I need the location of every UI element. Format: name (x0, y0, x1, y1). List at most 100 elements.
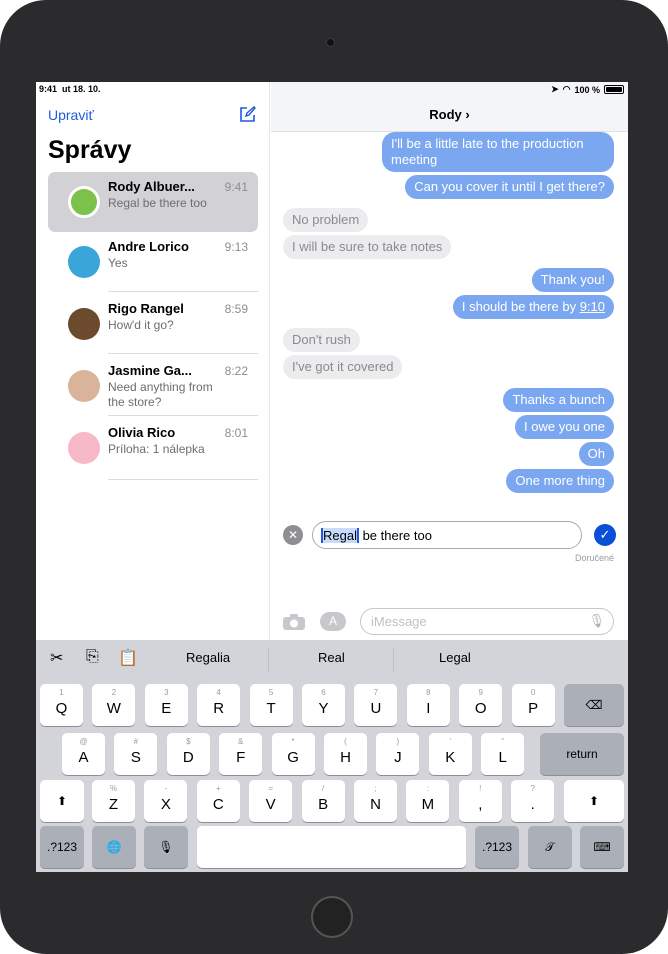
message-row: I've got it covered (283, 355, 614, 379)
key-secondary: * (291, 737, 295, 746)
key[interactable]: / B (301, 780, 345, 822)
key[interactable]: = V (249, 780, 293, 822)
edit-button[interactable]: Upraviť (48, 107, 94, 123)
key[interactable]: 2W (92, 684, 136, 726)
sent-message: I owe you one (515, 415, 614, 439)
key-secondary: 6 (321, 688, 326, 697)
key-secondary: 3 (164, 688, 169, 697)
key-label: O (474, 700, 487, 717)
time-link[interactable]: 9:10 (580, 299, 605, 314)
suggestion[interactable]: Regalia (186, 650, 230, 665)
key[interactable]: 3E (144, 684, 188, 726)
shift-key[interactable]: ⬆ (40, 780, 84, 822)
compose-icon[interactable] (239, 106, 256, 123)
key[interactable]: # S (114, 733, 158, 775)
confirm-edit-button[interactable]: ✓ (594, 524, 616, 546)
suggestion[interactable]: Legal (439, 650, 471, 665)
key-label: I (426, 700, 431, 717)
message-row: Don't rush (283, 328, 614, 352)
conversation-name: Rigo Rangel (108, 301, 184, 316)
key[interactable]: ) J (376, 733, 420, 775)
key-label: , (478, 796, 483, 813)
divider (108, 353, 258, 354)
camera-icon[interactable] (283, 614, 305, 630)
conversation-name: Jasmine Ga... (108, 363, 192, 378)
key[interactable]: & F (219, 733, 263, 775)
key[interactable]: + C (196, 780, 240, 822)
message-text: I should be there by (461, 299, 580, 314)
contact-name-button[interactable]: Rody › (271, 107, 628, 122)
key[interactable]: 6Y (302, 684, 345, 726)
conversation-time: 8:01 (224, 426, 248, 440)
conversation-item[interactable]: Andre Lorico 9:13 Yes (48, 232, 258, 292)
conversation-item[interactable]: Rody Albuer... 9:41 Regal be there too (48, 172, 258, 232)
key-label: .?123 (46, 840, 78, 854)
cancel-edit-button[interactable]: ✕ (283, 525, 303, 545)
imessage-input[interactable]: iMessage 🎙 (360, 608, 614, 635)
key-label: F (236, 749, 246, 766)
conversation-preview: Regal be there too (108, 196, 207, 210)
conversation-time: 8:59 (224, 302, 248, 316)
avatar (68, 246, 100, 278)
key[interactable]: 8I (406, 684, 450, 726)
conversation-preview: Need anything from the store? (108, 380, 213, 409)
conversation-item[interactable]: Olivia Rico 8:01 Príloha: 1 nálepka (48, 418, 258, 480)
hide-keyboard-key[interactable]: ⌨ (580, 826, 624, 868)
numbers-key[interactable]: .?123 (40, 826, 84, 868)
message-text: I owe you one (524, 419, 605, 434)
selected-text[interactable]: Regal (321, 528, 359, 543)
home-button[interactable] (311, 896, 353, 938)
key[interactable]: $ D (166, 733, 210, 775)
key[interactable]: ' K (428, 733, 472, 775)
key[interactable]: % Z (92, 780, 135, 822)
return-key[interactable]: return (540, 733, 624, 775)
conversation-name: Andre Lorico (108, 239, 189, 254)
key[interactable]: 9O (459, 684, 503, 726)
key[interactable]: * G (271, 733, 315, 775)
numbers-key[interactable]: .?123 (475, 826, 519, 868)
dictation-key[interactable]: 🎙 (144, 826, 188, 868)
edit-message-field[interactable]: Regal be there too (312, 521, 582, 549)
shift-key[interactable]: ⬆ (564, 780, 624, 822)
key[interactable]: " L (481, 733, 525, 775)
imessage-placeholder: iMessage (371, 614, 427, 629)
suggestion[interactable]: Real (318, 650, 345, 665)
paste-icon[interactable]: 📋 (118, 648, 138, 668)
microphone-icon[interactable]: 🎙 (588, 613, 605, 629)
key-label: M (421, 796, 435, 813)
key[interactable]: @ A (62, 733, 105, 775)
key[interactable]: :M (406, 780, 450, 822)
key-secondary: / (321, 784, 325, 793)
key[interactable]: 4R (197, 684, 241, 726)
key[interactable]: !, (458, 780, 502, 822)
key[interactable]: 0P (511, 684, 555, 726)
keyboard: ✂ ⎘ 📋 Regalia Real Legal 1Q2W3E4R5T6Y7U8… (36, 640, 628, 872)
conversation-item[interactable]: Jasmine Ga... 8:22 Need anything from the … (48, 356, 258, 416)
key-secondary: 4 (216, 688, 221, 697)
key[interactable]: 7U (354, 684, 398, 726)
copy-icon[interactable]: ⎘ (86, 648, 99, 666)
key[interactable]: 1Q (40, 684, 83, 726)
divider (108, 291, 258, 292)
key-secondary: = (268, 784, 274, 793)
key[interactable]: -X (144, 780, 188, 822)
app-store-icon[interactable]: A (320, 612, 346, 631)
conversation-item[interactable]: Rigo Rangel 8:59 How'd it go? (48, 294, 258, 354)
cut-icon[interactable]: ✂ (50, 648, 63, 668)
key[interactable]: ; N (354, 780, 397, 822)
key-secondary: 8 (426, 688, 431, 697)
globe-key[interactable]: 🌐 (92, 826, 136, 868)
space-key[interactable] (197, 826, 466, 868)
key[interactable]: ?. (511, 780, 555, 822)
delete-key[interactable]: ⌫ (564, 684, 624, 726)
key-secondary: 9 (478, 688, 483, 697)
scribble-key[interactable]: 𝒯 (528, 826, 572, 868)
location-icon: ➤ (551, 84, 559, 94)
key[interactable]: (H (324, 733, 367, 775)
key-label: Q (55, 700, 68, 717)
key-label: ⬆ (56, 794, 68, 808)
key[interactable]: 5T (249, 684, 293, 726)
key-label: X (160, 796, 171, 813)
edit-text: be there too (358, 528, 432, 543)
contact-name: Rody (429, 107, 462, 122)
